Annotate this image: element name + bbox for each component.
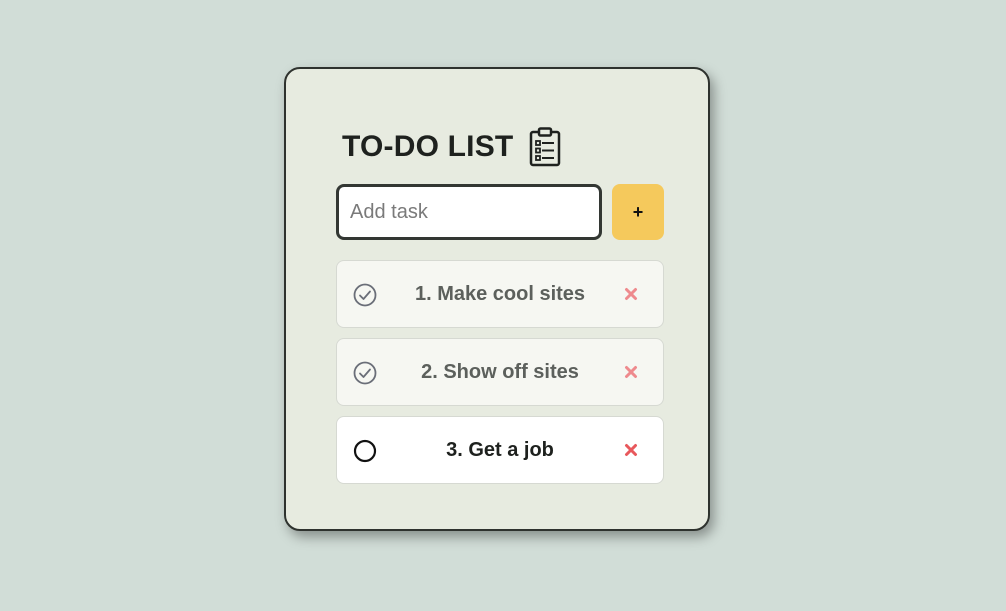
header: TO-DO LIST	[342, 127, 561, 167]
delete-icon[interactable]	[621, 362, 641, 382]
check-circle-icon[interactable]	[353, 361, 377, 385]
task-item: 2. Show off sites	[336, 338, 664, 406]
task-label: 3. Get a job	[446, 439, 554, 461]
task-input[interactable]	[336, 184, 602, 240]
task-list: 1. Make cool sites 2. Show off sites 3. …	[336, 260, 664, 494]
delete-icon[interactable]	[621, 440, 641, 460]
add-task-button[interactable]: +	[612, 184, 664, 240]
task-item: 3. Get a job	[336, 416, 664, 484]
task-item: 1. Make cool sites	[336, 260, 664, 328]
empty-circle-icon[interactable]	[353, 439, 377, 463]
delete-icon[interactable]	[621, 284, 641, 304]
clipboard-list-icon	[530, 127, 561, 167]
add-task-row: +	[336, 184, 664, 240]
check-circle-icon[interactable]	[353, 283, 377, 307]
task-label: 2. Show off sites	[421, 361, 579, 383]
todo-card: TO-DO LIST + 1. Make cool sites	[284, 67, 710, 531]
page-title: TO-DO LIST	[342, 130, 514, 163]
task-label: 1. Make cool sites	[414, 283, 586, 305]
